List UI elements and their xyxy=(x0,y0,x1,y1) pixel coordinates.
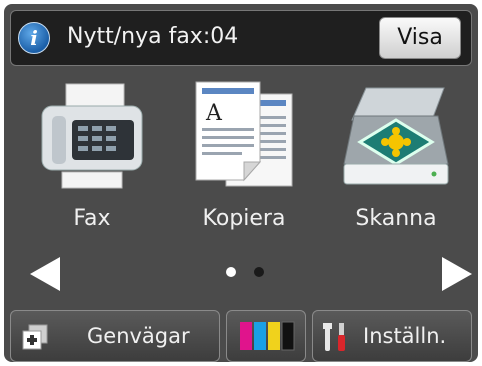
fax-notification-bar: i Nytt/nya fax:04 Visa xyxy=(10,10,472,66)
copy-documents-icon: A xyxy=(195,81,293,187)
scan-button[interactable]: Skanna xyxy=(326,70,466,246)
settings-button[interactable]: Inställn. xyxy=(312,310,472,362)
arrow-left-icon[interactable] xyxy=(26,254,66,294)
page-indicator-dot xyxy=(254,267,264,277)
svg-text:A: A xyxy=(205,101,223,126)
shortcuts-button[interactable]: Genvägar xyxy=(10,310,220,362)
page-indicator-dot xyxy=(226,267,236,277)
shortcuts-label: Genvägar xyxy=(87,324,190,348)
fax-machine-icon xyxy=(41,83,143,189)
fax-label: Fax xyxy=(73,206,111,231)
touchscreen: i Nytt/nya fax:04 Visa Fax A Kopiera Ska… xyxy=(4,4,478,362)
ink-cartridges-icon xyxy=(240,321,295,351)
settings-label: Inställn. xyxy=(363,324,447,348)
copy-label: Kopiera xyxy=(202,206,286,231)
info-icon: i xyxy=(18,22,50,54)
tools-icon xyxy=(323,323,345,351)
copy-button[interactable]: A Kopiera xyxy=(174,70,314,246)
fax-button[interactable]: Fax xyxy=(22,70,162,246)
add-shortcut-icon xyxy=(22,324,48,350)
scan-label: Skanna xyxy=(355,206,437,231)
ink-button[interactable] xyxy=(226,310,306,362)
arrow-right-icon[interactable] xyxy=(436,254,476,294)
notification-message: Nytt/nya fax:04 xyxy=(67,24,239,49)
scanner-icon xyxy=(343,87,449,185)
view-button[interactable]: Visa xyxy=(379,17,461,59)
